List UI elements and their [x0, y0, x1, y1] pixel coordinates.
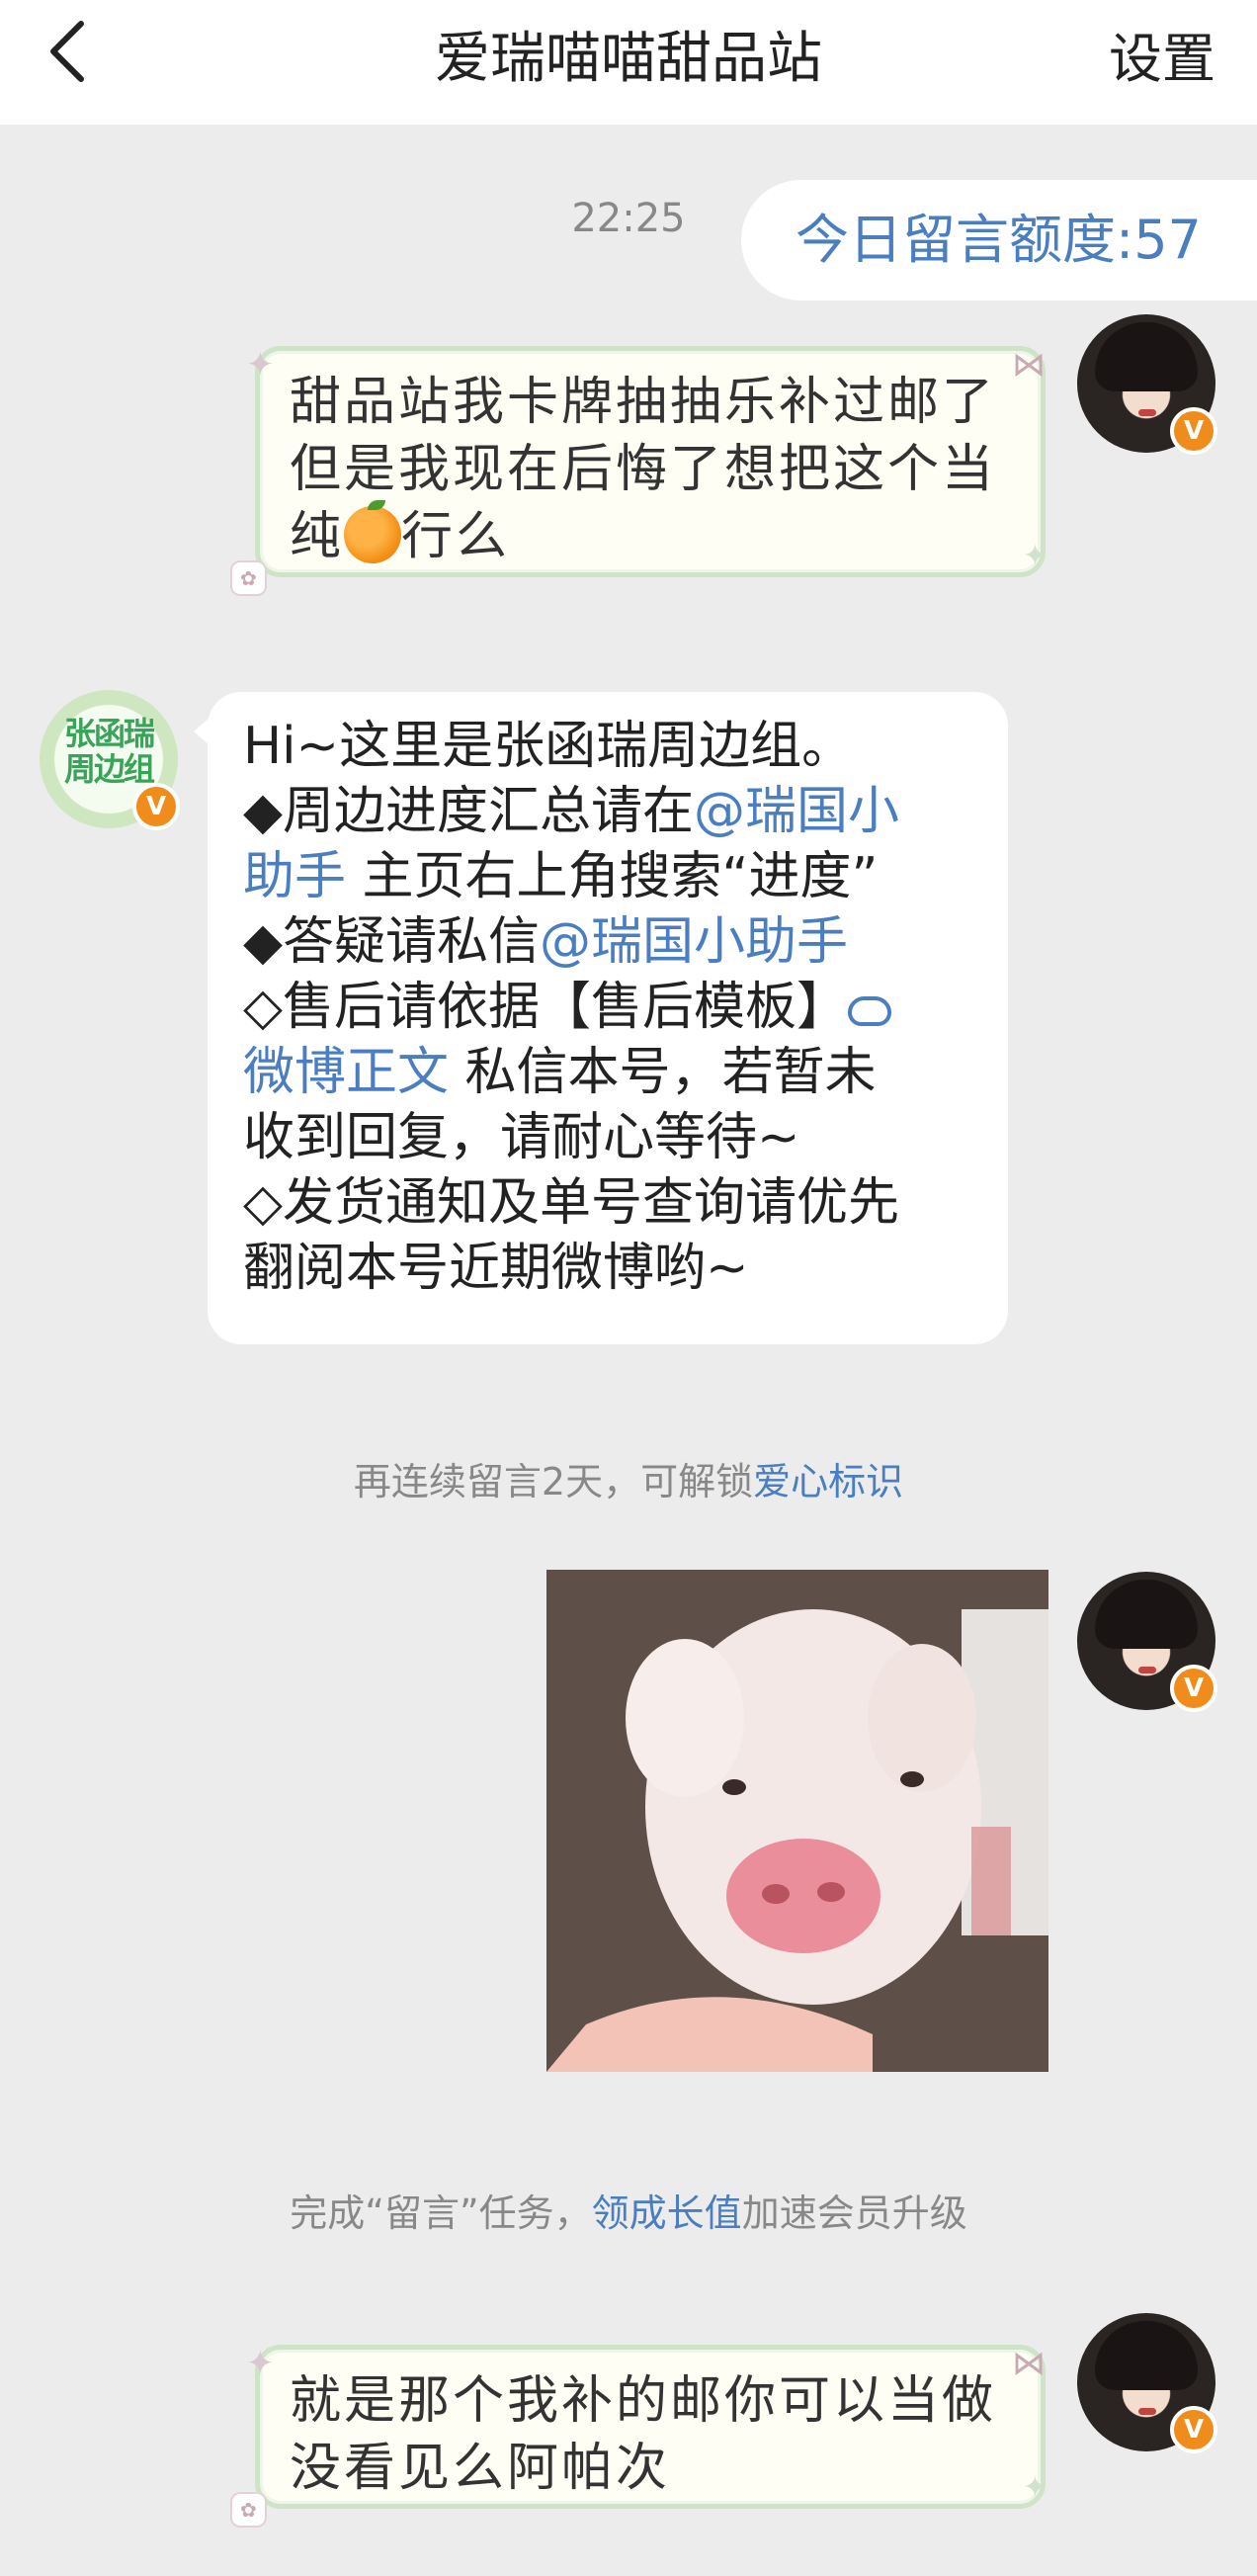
user-avatar[interactable]: V: [1077, 314, 1217, 455]
verified-badge-icon: V: [1170, 1665, 1217, 1712]
weibo-post-link[interactable]: 微博正文: [243, 1043, 449, 1102]
verified-badge-icon: V: [1170, 407, 1217, 455]
top-nav-bar: 爱瑞喵喵甜品站 设置: [0, 0, 1257, 125]
growth-value-link[interactable]: 领成长值: [592, 2191, 742, 2235]
message-text: 助手 主页右上角搜索“进度”: [243, 847, 879, 906]
message-text: 就是那个我补的邮你可以当做: [290, 2371, 997, 2431]
message-text: 收到回复，请耐心等待~: [243, 1108, 800, 1167]
settings-button[interactable]: 设置: [1109, 10, 1215, 109]
heart-badge-link[interactable]: 爱心标识: [753, 1460, 903, 1503]
sent-message-bubble[interactable]: ✦ ⋈ ✿ ✦ 就是那个我补的邮你可以当做 没看见么阿帕次: [230, 2344, 1048, 2528]
sparkle-decoration-icon: ✦: [1022, 2470, 1050, 2505]
bow-decoration-icon: ⋈: [1012, 345, 1048, 385]
user-avatar[interactable]: V: [1077, 1572, 1217, 1712]
message-text: ◇售后请依据【售后模板】: [243, 975, 978, 1040]
message-timestamp: 22:25: [571, 196, 686, 241]
message-text: 翻阅本号近期微博哟~: [243, 1239, 749, 1298]
system-notice: 再连续留言2天，可解锁爱心标识: [353, 1460, 904, 1503]
received-message-bubble[interactable]: Hi~这里是张函瑞周边组。 ◆周边进度汇总请在@瑞国小 助手 主页右上角搜索“进…: [194, 692, 1008, 1344]
message-text: 没看见么阿帕次: [290, 2439, 671, 2498]
daily-quota-pill[interactable]: 今日留言额度:57: [741, 180, 1257, 301]
sent-message-bubble[interactable]: ✦ ⋈ ✿ ✦ 甜品站我卡牌抽抽乐补过邮了 但是我现在后悔了想把这个当 纯行么: [230, 345, 1048, 596]
message-text: 微博正文 私信本号，若暂未: [243, 1043, 877, 1102]
orange-emoji-icon: [344, 500, 402, 563]
message-text: 但是我现在后悔了想把这个当: [290, 440, 997, 499]
bone-sticker-icon: ✿: [230, 560, 267, 596]
message-text: ◇发货通知及单号查询请优先: [243, 1173, 899, 1233]
bow-decoration-icon: ⋈: [1012, 2344, 1048, 2383]
group-avatar[interactable]: 张函瑞周边组 V: [40, 690, 180, 830]
message-text: 纯行么: [290, 500, 511, 566]
mention-link[interactable]: @瑞国小助手: [540, 912, 848, 972]
piglet-photo[interactable]: [546, 1570, 1048, 2072]
avatar-text: 张函瑞周边组: [63, 715, 155, 788]
message-text: Hi~这里是张函瑞周边组。: [243, 717, 854, 776]
message-text: ◆周边进度汇总请在@瑞国小: [243, 782, 900, 841]
mention-link[interactable]: 助手: [243, 847, 346, 906]
verified-badge-icon: V: [132, 783, 180, 830]
sparkle-decoration-icon: ✦: [1022, 539, 1050, 573]
chat-title: 爱瑞喵喵甜品站: [435, 27, 822, 91]
sparkle-decoration-icon: ✦: [246, 345, 278, 385]
user-avatar[interactable]: V: [1077, 2313, 1217, 2453]
message-text: 甜品站我卡牌抽抽乐补过邮了: [290, 373, 997, 432]
message-text: ◆答疑请私信@瑞国小助手: [243, 912, 849, 972]
sparkle-decoration-icon: ✦: [246, 2344, 278, 2383]
weibo-link-icon[interactable]: [848, 996, 891, 1026]
verified-badge-icon: V: [1170, 2406, 1217, 2453]
system-notice: 完成“留言”任务，领成长值加速会员升级: [290, 2191, 967, 2235]
mention-link[interactable]: @瑞国小: [694, 782, 899, 841]
bone-sticker-icon: ✿: [230, 2492, 267, 2528]
